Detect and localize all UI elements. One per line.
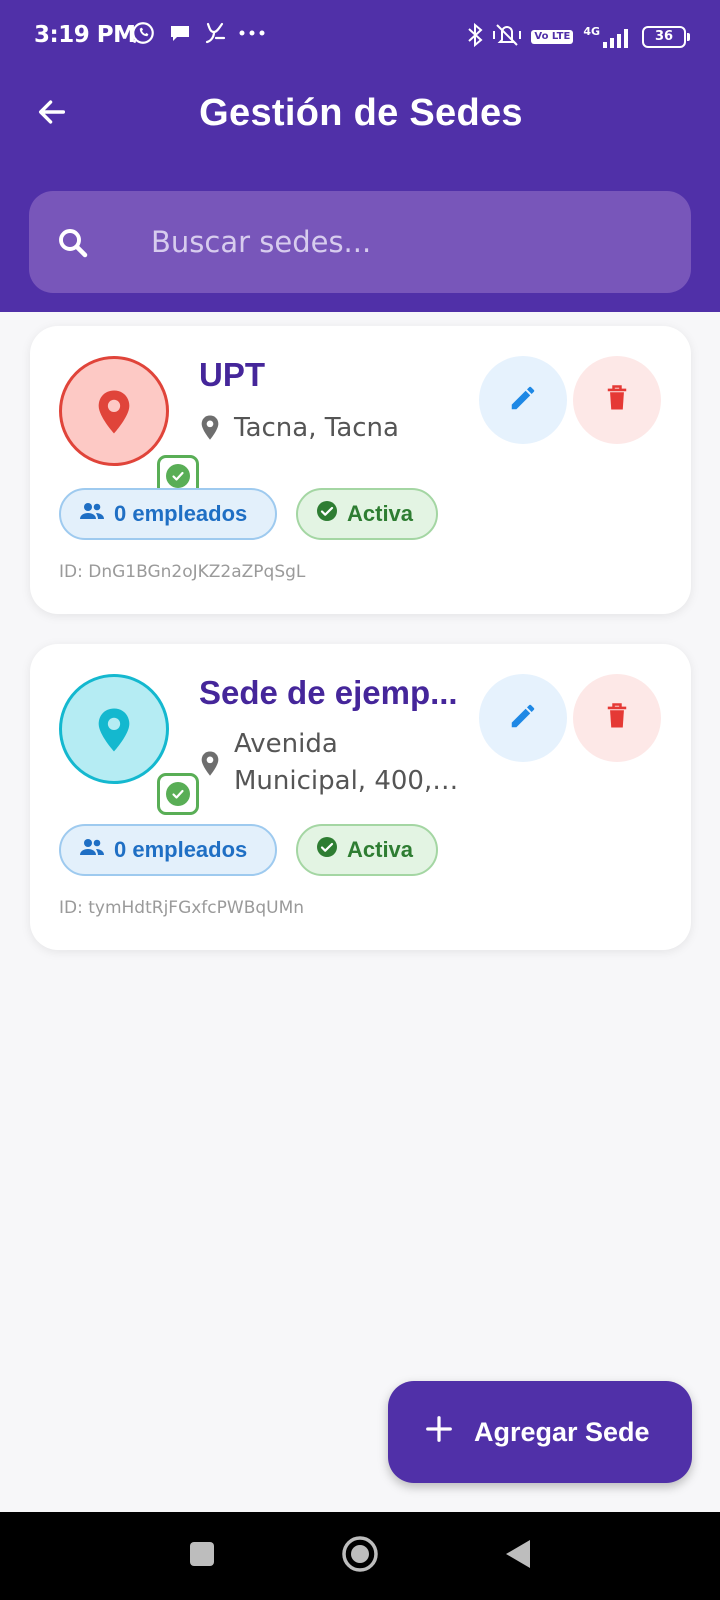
header-area: 3:19 PM Vo LTE 4G 36 Gestión de Sedes Bu… xyxy=(0,0,720,312)
signal-icon: 4G xyxy=(583,26,632,48)
add-site-button[interactable]: Agregar Sede xyxy=(388,1381,692,1483)
delete-button[interactable] xyxy=(573,356,661,444)
employees-chip: 0 empleados xyxy=(59,488,277,540)
recent-apps-icon xyxy=(189,1541,215,1571)
plus-icon xyxy=(424,1414,454,1451)
status-badge: Activa xyxy=(296,824,438,876)
volte-icon: Vo LTE xyxy=(531,30,574,44)
back-triangle-icon xyxy=(504,1538,532,1574)
site-location-text: Avenida Municipal, 400, T... xyxy=(234,729,433,796)
location-pin-icon xyxy=(95,707,133,757)
site-card[interactable]: UPT Tacna, Tacna 0 empleados Activa ID: … xyxy=(30,326,691,614)
status-text: Activa xyxy=(347,837,414,862)
status-time: 3:19 PM xyxy=(34,22,136,48)
pencil-icon xyxy=(508,383,538,417)
pencil-icon xyxy=(508,701,538,735)
site-location: Tacna, Tacna xyxy=(200,410,474,447)
employees-count: 0 empleados xyxy=(114,837,248,862)
check-circle-icon xyxy=(166,782,190,806)
search-bar[interactable] xyxy=(29,191,691,293)
site-name: UPT xyxy=(199,356,265,393)
bluetooth-icon xyxy=(467,22,483,52)
site-location-text: Tacna, Tacna xyxy=(234,413,399,443)
battery-icon: 36 xyxy=(642,26,690,48)
status-bar: 3:19 PM Vo LTE 4G 36 xyxy=(0,0,720,72)
people-icon xyxy=(79,837,105,863)
search-input[interactable] xyxy=(151,217,651,267)
chat-bubble-icon xyxy=(168,21,192,45)
location-pin-icon xyxy=(95,389,133,439)
status-badge: Activa xyxy=(296,488,438,540)
check-circle-icon xyxy=(316,500,338,528)
people-icon xyxy=(79,501,105,527)
check-circle-icon xyxy=(316,836,338,864)
trash-icon xyxy=(603,701,631,735)
site-id: ID: tymHdtRjFGxfcPWBqUMn xyxy=(59,898,305,918)
location-icon xyxy=(200,414,220,446)
verified-badge xyxy=(157,773,199,815)
network-type: 4G xyxy=(583,25,600,38)
edit-button[interactable] xyxy=(479,674,567,762)
site-avatar xyxy=(59,674,199,815)
site-id: ID: DnG1BGn2oJKZ2aZPqSgL xyxy=(59,562,306,582)
add-site-label: Agregar Sede xyxy=(474,1416,650,1447)
trash-icon xyxy=(603,383,631,417)
whatsapp-icon xyxy=(130,20,156,46)
status-text: Activa xyxy=(347,501,414,526)
home-icon xyxy=(341,1535,379,1577)
employees-count: 0 empleados xyxy=(114,501,248,526)
recent-apps-button[interactable] xyxy=(178,1532,226,1580)
system-back-button[interactable] xyxy=(494,1532,542,1580)
page-title: Gestión de Sedes xyxy=(199,92,523,134)
app-bar: Gestión de Sedes xyxy=(0,76,720,156)
employees-chip: 0 empleados xyxy=(59,824,277,876)
home-button[interactable] xyxy=(336,1532,384,1580)
delete-button[interactable] xyxy=(573,674,661,762)
site-name: Sede de ejemp... xyxy=(199,674,458,711)
site-avatar xyxy=(59,356,199,497)
edit-button[interactable] xyxy=(479,356,567,444)
site-location: Avenida Municipal, 400, T... xyxy=(200,726,474,800)
search-icon xyxy=(55,225,91,265)
site-card[interactable]: Sede de ejemp... Avenida Municipal, 400,… xyxy=(30,644,691,950)
check-circle-icon xyxy=(166,464,190,488)
location-icon xyxy=(200,750,220,782)
more-dots-icon xyxy=(238,29,266,37)
vibrate-mute-icon xyxy=(493,22,522,52)
navigation-bar xyxy=(0,1512,720,1600)
yape-icon xyxy=(204,20,226,46)
